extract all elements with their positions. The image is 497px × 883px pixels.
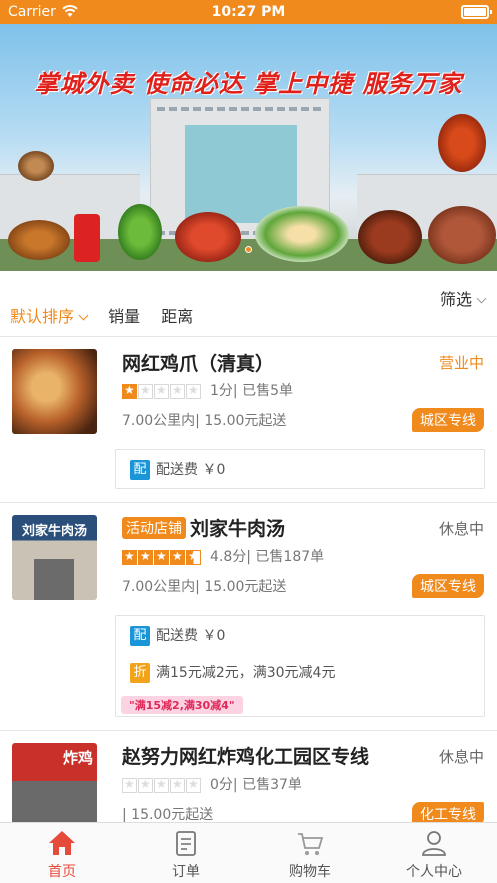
store-name: 网红鸡爪（清真） <box>122 353 275 375</box>
order-icon <box>176 831 196 856</box>
sort-tabs: 默认排序 销量 距离 <box>10 303 209 327</box>
store-distance: 7.00公里内| 15.00元起送 <box>122 413 287 429</box>
store-rating: 1分| 已售5单 <box>122 380 293 400</box>
star-icon <box>170 777 185 793</box>
pager-dot[interactable] <box>245 246 252 253</box>
banner-pager[interactable] <box>0 238 497 257</box>
thumb-sign: 炸鸡 <box>62 749 93 767</box>
store-card[interactable]: 刘家牛肉汤 活动店铺刘家牛肉汤 休息中 4.8分| 已售187单 7.00公里内… <box>0 503 497 731</box>
zone-tag: 城区专线 <box>412 574 484 598</box>
tab-profile[interactable]: 个人中心 <box>372 823 496 883</box>
delivery-badge: 配 <box>130 460 150 480</box>
chevron-down-icon <box>476 293 487 304</box>
store-name-row: 活动店铺 刘家牛肉汤 <box>122 514 285 541</box>
star-icon <box>154 383 169 399</box>
star-icon <box>138 549 153 565</box>
tab-label: 首页 <box>48 864 76 880</box>
sort-tab-sales[interactable]: 销量 <box>108 303 140 327</box>
delivery-fee: 配送费 ￥0 <box>156 628 226 644</box>
tab-home[interactable]: 首页 <box>0 823 124 883</box>
chevron-down-icon <box>78 310 89 321</box>
store-thumbnail: 刘家牛肉汤 <box>12 515 97 600</box>
store-status: 营业中 <box>438 354 484 372</box>
sort-tab-distance[interactable]: 距离 <box>161 303 193 327</box>
clock: 10:27 PM <box>211 4 286 20</box>
delivery-fee-line: 配配送费 ￥0 <box>130 459 225 480</box>
star-icon <box>186 383 201 399</box>
store-distance: 7.00公里内| 15.00元起送 <box>122 579 287 595</box>
star-icon <box>154 777 169 793</box>
discount-line: 折满15元减2元，满30元减4元 <box>130 662 335 683</box>
filter-label: 筛选 <box>439 290 472 309</box>
rating-text: 4.8分| 已售187单 <box>210 549 325 565</box>
promo-box: 配配送费 ￥0 折满15元减2元，满30元减4元 "满15减2,满30减4" <box>115 615 485 717</box>
sort-bar: 筛选 默认排序 销量 距离 <box>0 271 497 337</box>
spice-image <box>438 114 486 172</box>
discount-text: 满15元减2元，满30元减4元 <box>156 665 336 681</box>
star-icon <box>138 383 153 399</box>
delivery-fee-line: 配配送费 ￥0 <box>130 625 225 646</box>
store-rating: 4.8分| 已售187单 <box>122 546 324 566</box>
rating-text: 0分| 已售37单 <box>210 777 302 793</box>
home-icon <box>49 831 75 855</box>
sort-tab-default[interactable]: 默认排序 <box>10 303 89 327</box>
rating-stars <box>122 777 202 793</box>
status-bar: Carrier 10:27 PM <box>0 0 497 24</box>
zone-tag: 城区专线 <box>412 408 484 432</box>
store-card[interactable]: 炸鸡 赵努力网红炸鸡化工园区专线 休息中 0分| 已售37单 | 15.00元起… <box>0 731 497 828</box>
star-icon <box>186 777 201 793</box>
user-icon <box>422 831 446 856</box>
battery-icon <box>461 5 492 19</box>
star-icon <box>170 383 185 399</box>
filter-button[interactable]: 筛选 <box>439 286 487 310</box>
store-name: 刘家牛肉汤 <box>190 518 286 540</box>
star-icon <box>138 777 153 793</box>
star-icon <box>170 549 185 565</box>
thumb-sign: 刘家牛肉汤 <box>21 524 87 539</box>
store-name: 赵努力网红炸鸡化工园区专线 <box>122 746 370 768</box>
store-thumbnail <box>12 349 97 434</box>
tab-orders[interactable]: 订单 <box>124 823 248 883</box>
banner-slogan: 掌城外卖 使命必达 掌上中捷 服务万家 <box>34 70 463 98</box>
delivery-fee: 配送费 ￥0 <box>156 462 226 478</box>
tab-label: 个人中心 <box>406 864 462 880</box>
cart-icon <box>298 833 324 855</box>
delivery-badge: 配 <box>130 626 150 646</box>
rating-stars <box>122 549 202 565</box>
tab-label: 购物车 <box>289 864 331 880</box>
discount-badge: 折 <box>130 663 150 683</box>
store-status: 休息中 <box>438 520 484 538</box>
promo-banner[interactable]: 掌城外卖 使命必达 掌上中捷 服务万家 <box>0 24 497 271</box>
chestnut-image <box>18 151 54 181</box>
activity-tag: 活动店铺 <box>122 517 186 539</box>
store-thumbnail: 炸鸡 <box>12 743 97 828</box>
tab-label: 订单 <box>172 864 200 880</box>
store-card[interactable]: 网红鸡爪（清真） 营业中 1分| 已售5单 7.00公里内| 15.00元起送 … <box>0 337 497 503</box>
sort-tab-label: 默认排序 <box>10 307 75 326</box>
store-status: 休息中 <box>438 748 484 766</box>
store-rating: 0分| 已售37单 <box>122 774 302 794</box>
star-half-icon <box>186 549 201 565</box>
promo-box: 配配送费 ￥0 <box>115 449 485 489</box>
star-icon <box>122 777 137 793</box>
tab-cart[interactable]: 购物车 <box>248 823 372 883</box>
store-distance: | 15.00元起送 <box>122 807 214 823</box>
star-icon <box>154 549 169 565</box>
tab-bar: 首页 订单 购物车 个人中心 <box>0 822 497 883</box>
star-icon <box>122 383 137 399</box>
rating-stars <box>122 383 202 399</box>
promo-pill: "满15减2,满30减4" <box>121 696 243 714</box>
star-icon <box>122 549 137 565</box>
rating-text: 1分| 已售5单 <box>210 383 293 399</box>
